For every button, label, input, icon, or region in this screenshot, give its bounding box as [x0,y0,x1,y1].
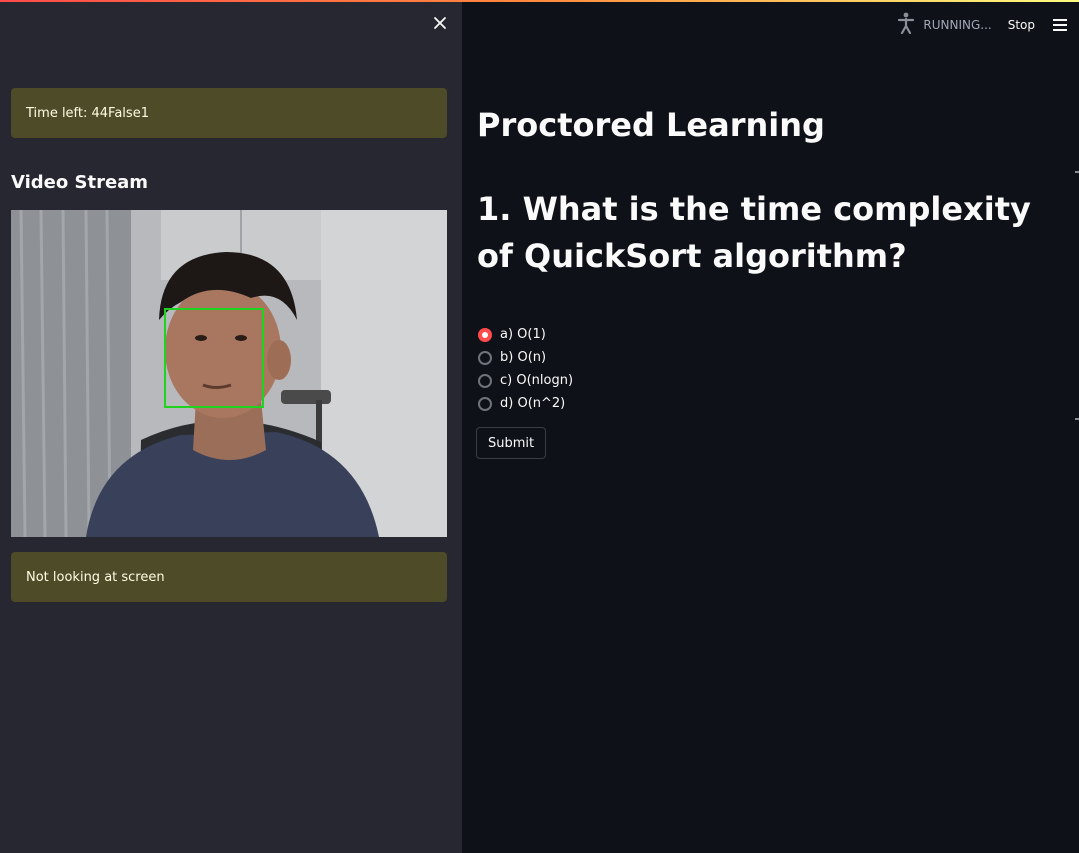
timer-alert: Time left: 44False1 [11,88,447,138]
scroll-marker [1075,418,1079,420]
radio-unselected-icon[interactable] [478,350,492,365]
video-stream [11,210,447,537]
option-label: d) O(n^2) [500,396,566,411]
sidebar: Time left: 44False1 Video Stream Not loo… [0,0,462,853]
running-status: RUNNING... [897,12,992,37]
video-stream-title: Video Stream [11,172,149,193]
status-alert: Not looking at screen [11,552,447,602]
close-icon[interactable] [430,13,450,33]
hamburger-menu-icon[interactable] [1051,16,1069,34]
header-toolbar: RUNNING... Stop [897,12,1069,37]
option-a[interactable]: a) O(1) [478,323,573,346]
option-label: b) O(n) [500,350,547,365]
top-decoration-bar [0,0,1079,2]
running-label: RUNNING... [923,17,992,32]
option-label: a) O(1) [500,327,546,342]
scroll-marker [1075,171,1079,173]
option-label: c) O(nlogn) [500,373,574,388]
radio-unselected-icon[interactable] [478,373,492,388]
page-title: Proctored Learning [477,106,825,144]
option-c[interactable]: c) O(nlogn) [478,369,573,392]
question-text: 1. What is the time complexity of QuickS… [477,190,1031,275]
stop-button[interactable]: Stop [1008,18,1035,32]
timer-text: Time left: 44False1 [26,105,149,121]
status-text: Not looking at screen [26,569,165,585]
radio-selected-icon[interactable] [478,327,492,342]
main-content: RUNNING... Stop Proctored Learning 1. Wh… [462,0,1079,853]
answer-radio-group: a) O(1) b) O(n) c) O(nlogn) d) O(n^2) [478,323,573,415]
radio-unselected-icon[interactable] [478,396,492,411]
webcam-frame-image [11,210,447,537]
running-person-icon [897,12,915,37]
option-d[interactable]: d) O(n^2) [478,392,573,415]
submit-button[interactable]: Submit [476,427,547,459]
option-b[interactable]: b) O(n) [478,346,573,369]
